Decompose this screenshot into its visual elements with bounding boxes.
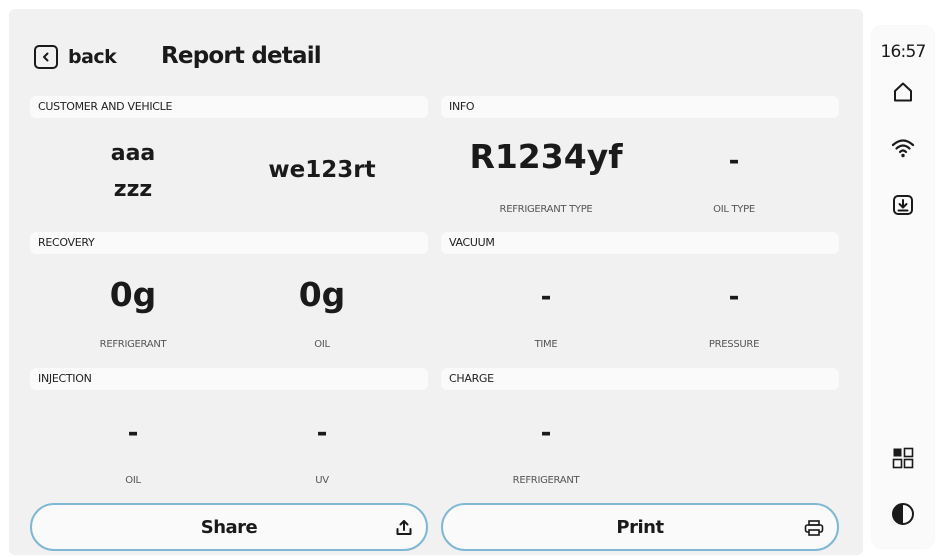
page-title: Report detail [161,43,322,69]
refrigerant-type-value: R1234yf [469,137,623,176]
recovery-oil-value: 0g [298,275,346,314]
charge-refrigerant-value: - [540,418,552,448]
share-upload-icon [394,518,414,543]
vacuum-pressure-value: - [728,282,740,312]
section-header-charge: CHARGE [441,368,839,390]
injection-oil-value: - [127,418,139,448]
injection-uv-label: UV [315,475,329,486]
recovery-refrigerant-value: 0g [109,275,157,314]
sidebar: 16:57 [872,26,934,548]
apps-grid-icon[interactable] [891,446,915,475]
section-header-info: INFO [441,96,839,118]
share-label: Share [200,517,258,538]
download-icon[interactable] [891,193,915,222]
section-header-customer: CUSTOMER AND VEHICLE [30,96,428,118]
chevron-left-icon [34,45,58,69]
recovery-oil-label: OIL [314,339,330,350]
home-icon[interactable] [891,80,915,109]
back-label: back [68,46,117,68]
back-button[interactable]: back [34,45,117,69]
oil-type-value: - [728,146,740,176]
contrast-icon[interactable] [891,502,915,531]
vacuum-time-value: - [540,282,552,312]
recovery-refrigerant-label: REFRIGERANT [99,339,167,350]
customer-name-line2: zzz [113,177,153,202]
clock: 16:57 [880,42,927,62]
section-header-vacuum: VACUUM [441,232,839,254]
injection-uv-value: - [316,418,328,448]
report-panel: back Report detail CUSTOMER AND VEHICLE … [9,9,863,555]
share-button[interactable]: Share [30,503,428,551]
vacuum-time-label: TIME [534,339,558,350]
vacuum-pressure-label: PRESSURE [708,339,760,350]
customer-name-line1: aaa [110,141,156,166]
oil-type-label: OIL TYPE [713,204,755,215]
printer-icon [803,518,825,543]
section-header-recovery: RECOVERY [30,232,428,254]
print-label: Print [616,517,664,538]
section-header-injection: INJECTION [30,368,428,390]
refrigerant-type-label: REFRIGERANT TYPE [499,204,593,215]
print-button[interactable]: Print [441,503,839,551]
wifi-icon[interactable] [891,136,915,165]
vehicle-plate: we123rt [268,157,376,183]
injection-oil-label: OIL [125,475,141,486]
top-bar: back Report detail [9,9,863,93]
charge-refrigerant-label: REFRIGERANT [512,475,580,486]
